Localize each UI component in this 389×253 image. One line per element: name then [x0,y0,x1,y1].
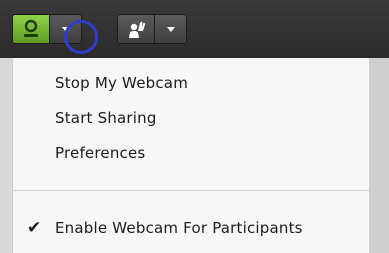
raise-hand-button[interactable] [117,14,155,44]
raise-hand-dropdown-button[interactable] [155,14,187,44]
background-panel [370,58,389,253]
menu-item-label: Enable Webcam For Participants [55,219,303,237]
highlight-circle [64,20,98,54]
raise-hand-button-group [117,14,187,44]
checkmark-icon: ✔ [27,218,42,238]
menu-item-stop-my-webcam[interactable]: Stop My Webcam [55,74,188,92]
menu-item-enable-webcam-for-participants[interactable]: ✔ Enable Webcam For Participants [27,218,303,238]
webcam-dropdown-menu: Stop My Webcam Start Sharing Preferences… [12,58,370,253]
menu-separator [13,190,369,191]
menu-item-start-sharing[interactable]: Start Sharing [55,109,157,127]
webcam-button[interactable] [12,14,50,44]
raise-hand-icon [129,21,145,38]
webcam-person-icon [24,19,38,37]
chevron-down-icon [166,26,175,32]
meeting-toolbar [0,0,389,58]
menu-item-preferences[interactable]: Preferences [55,144,145,162]
